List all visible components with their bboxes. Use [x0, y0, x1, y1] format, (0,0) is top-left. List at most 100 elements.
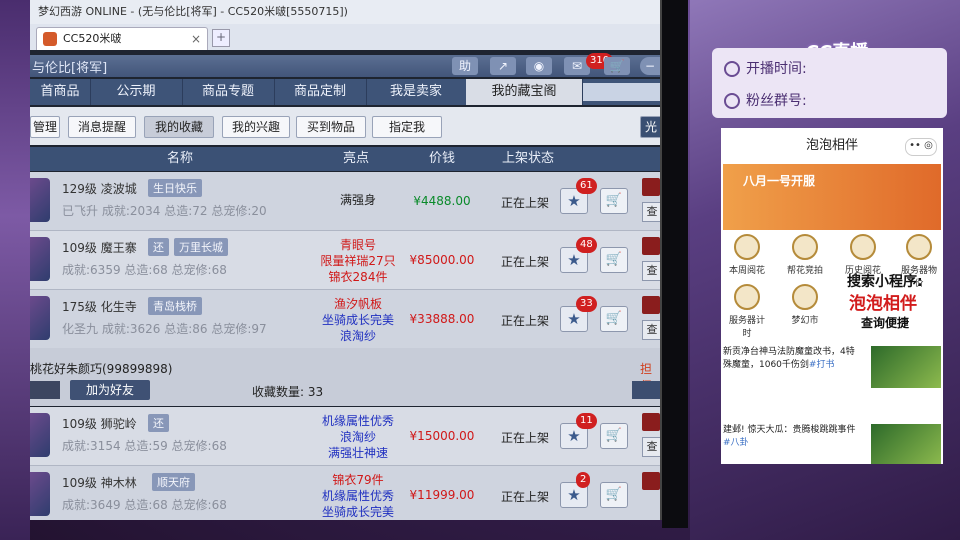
price: ¥15000.00: [409, 429, 475, 443]
live-info-panel: 开播时间: 粉丝群号:: [712, 48, 947, 118]
status: 正在上架: [500, 314, 549, 328]
game-window: 梦幻西游 ONLINE - (无与伦比[将军] - CC520米啵[555071…: [30, 0, 662, 520]
table-row[interactable]: 175级 化生寺 青岛栈桥 化圣九 成就:3626 总造:86 总宠修:97 渔…: [30, 290, 660, 349]
role-level: 175级 化生寺: [62, 300, 137, 314]
promo-line-2: 泡泡相伴: [849, 294, 917, 314]
add-friend-button[interactable]: 加为好友: [70, 380, 150, 400]
flower-icon: [734, 234, 760, 260]
group-icon: [724, 93, 740, 109]
nav-item-treasure[interactable]: 我的藏宝阁: [466, 79, 583, 105]
cart-icon[interactable]: 🛒: [600, 188, 628, 214]
price-icon: [906, 234, 932, 260]
role-tag: 顺天府: [152, 473, 195, 491]
server-title: 与伦比[将军]: [32, 61, 108, 76]
nav-item-public[interactable]: 公示期: [90, 79, 183, 105]
cart-icon[interactable]: 🛒: [600, 247, 628, 273]
highlight: 机缘属性优秀 浪淘纱 满强壮神速: [321, 414, 394, 460]
highlight: 渔汐帆板 坐骑成长完美 浪淘纱: [321, 297, 394, 343]
new-tab-button[interactable]: +: [212, 29, 230, 47]
group-right-button[interactable]: [632, 381, 660, 399]
row-side-button-2[interactable]: 查: [642, 437, 660, 457]
cart-icon[interactable]: 🛒: [600, 423, 628, 449]
nav-item-seller[interactable]: 我是卖家: [366, 79, 467, 105]
subnav-interests[interactable]: 我的兴趣: [222, 116, 290, 138]
tab-close-icon[interactable]: ×: [191, 28, 201, 50]
row-side-button[interactable]: [642, 472, 660, 490]
favorite-count-badge: 48: [576, 237, 597, 253]
avatar: [30, 296, 50, 340]
role-level: 109级 狮驼岭: [62, 417, 137, 431]
role-level: 109级 神木林: [62, 476, 137, 490]
news-thumbnail: [871, 424, 941, 464]
seller-group: 桃花好朱颜巧(99899898) 加为好友 收藏数量: 33 担保: [30, 348, 660, 406]
row-side-button-2[interactable]: 查: [642, 202, 660, 222]
subnav-end-button[interactable]: 光: [640, 116, 660, 138]
status: 正在上架: [500, 255, 549, 269]
miniapp-capsule[interactable]: •• ◎: [905, 138, 937, 156]
row-side-button[interactable]: [642, 296, 660, 314]
role-tag-return: 还: [148, 238, 169, 256]
history-icon: [850, 234, 876, 260]
table-row[interactable]: 109级 神木林 顺天府 成就:3649 总造:68 总宠修:68 锦衣79件 …: [30, 466, 660, 520]
group-left-button[interactable]: [30, 381, 60, 399]
row-side-button[interactable]: [642, 178, 660, 196]
favorite-count-badge: 2: [576, 472, 591, 488]
subnav-assigned[interactable]: 指定我: [372, 116, 442, 138]
avatar: [30, 178, 50, 222]
role-tag-return: 还: [148, 414, 169, 432]
timer-icon: [734, 284, 760, 310]
share-icon[interactable]: ↗: [490, 57, 516, 75]
col-highlight: 亮点: [342, 151, 369, 166]
role-stats: 成就:3649 总造:68 总宠修:68: [62, 498, 227, 512]
table-row[interactable]: 109级 魔王寨 还 万里长城 成就:6359 总造:68 总宠修:68 青眼号…: [30, 231, 660, 290]
grid-item[interactable]: 历史阅花: [843, 234, 883, 276]
help-button[interactable]: 助: [452, 57, 478, 75]
left-decoration: [0, 0, 30, 540]
window-title: 梦幻西游 ONLINE - (无与伦比[将军] - CC520米啵[555071…: [30, 0, 660, 24]
menu-icon[interactable]: −: [640, 57, 660, 75]
row-side-button[interactable]: [642, 413, 660, 431]
table-row[interactable]: 129级 凌波城 生日快乐 已飞升 成就:2034 总造:72 总宠修:20 满…: [30, 172, 660, 231]
price: ¥11999.00: [409, 488, 475, 502]
status: 正在上架: [500, 431, 549, 445]
subnav-manage[interactable]: 管理: [30, 116, 60, 138]
subnav-purchased[interactable]: 买到物品: [296, 116, 366, 138]
news-item[interactable]: 新贡净台神马法防魔童改书，4特殊魔童，1060千伤剑#打书: [723, 346, 863, 372]
record-icon[interactable]: ◉: [526, 57, 552, 75]
miniapp-ad: 泡泡相伴 •• ◎ 八月一号开服 本周阅花 帮花竞拍 历史阅花 服务器物价 服务…: [721, 128, 943, 464]
cart-icon[interactable]: 🛒: [604, 57, 630, 75]
subnav-alerts[interactable]: 消息提醒: [68, 116, 136, 138]
row-side-button-2[interactable]: 查: [642, 320, 660, 340]
nav-item-custom[interactable]: 商品定制: [274, 79, 367, 105]
nav-search-input[interactable]: [583, 83, 660, 101]
cart-icon[interactable]: 🛒: [600, 482, 628, 508]
grid-item[interactable]: 梦幻市: [785, 284, 825, 326]
row-side-button[interactable]: [642, 237, 660, 255]
table-row[interactable]: 109级 狮驼岭 还 成就:3154 总造:59 总宠修:68 机缘属性优秀 浪…: [30, 407, 660, 466]
role-tag: 生日快乐: [148, 179, 202, 197]
role-stats: 成就:3154 总造:59 总宠修:68: [62, 439, 227, 453]
sub-nav: 管理 消息提醒 我的收藏 我的兴趣 买到物品 指定我 光: [30, 107, 660, 145]
tab-label: CC520米啵: [63, 32, 122, 45]
tab-favicon-icon: [43, 32, 57, 46]
grid-item[interactable]: 服务器计时: [727, 284, 767, 339]
grid-item[interactable]: 本周阅花: [727, 234, 767, 276]
browser-tab[interactable]: CC520米啵 ×: [36, 27, 208, 50]
status: 正在上架: [500, 196, 549, 210]
clock-icon: [724, 61, 740, 77]
subnav-favorites[interactable]: 我的收藏: [144, 116, 214, 138]
news-item[interactable]: 建邺! 惊天大瓜：贵腾梭跳跳事件#八卦: [723, 424, 863, 450]
role-level: 109级 魔王寨: [62, 241, 137, 255]
nav-item-products[interactable]: 首商品: [30, 79, 91, 105]
fans-group-row: 粉丝群号:: [724, 90, 807, 110]
highlight: 青眼号 限量祥瑞27只 锦衣284件: [320, 238, 396, 284]
grid-item[interactable]: 帮花竞拍: [785, 234, 825, 276]
col-status: 上架状态: [501, 151, 554, 166]
price: ¥33888.00: [409, 312, 475, 326]
status: 正在上架: [500, 490, 549, 504]
nav-item-topics[interactable]: 商品专题: [182, 79, 275, 105]
cart-icon[interactable]: 🛒: [600, 306, 628, 332]
start-time-row: 开播时间:: [724, 58, 807, 78]
row-side-button-2[interactable]: 查: [642, 261, 660, 281]
role-stats: 成就:6359 总造:68 总宠修:68: [62, 263, 227, 277]
